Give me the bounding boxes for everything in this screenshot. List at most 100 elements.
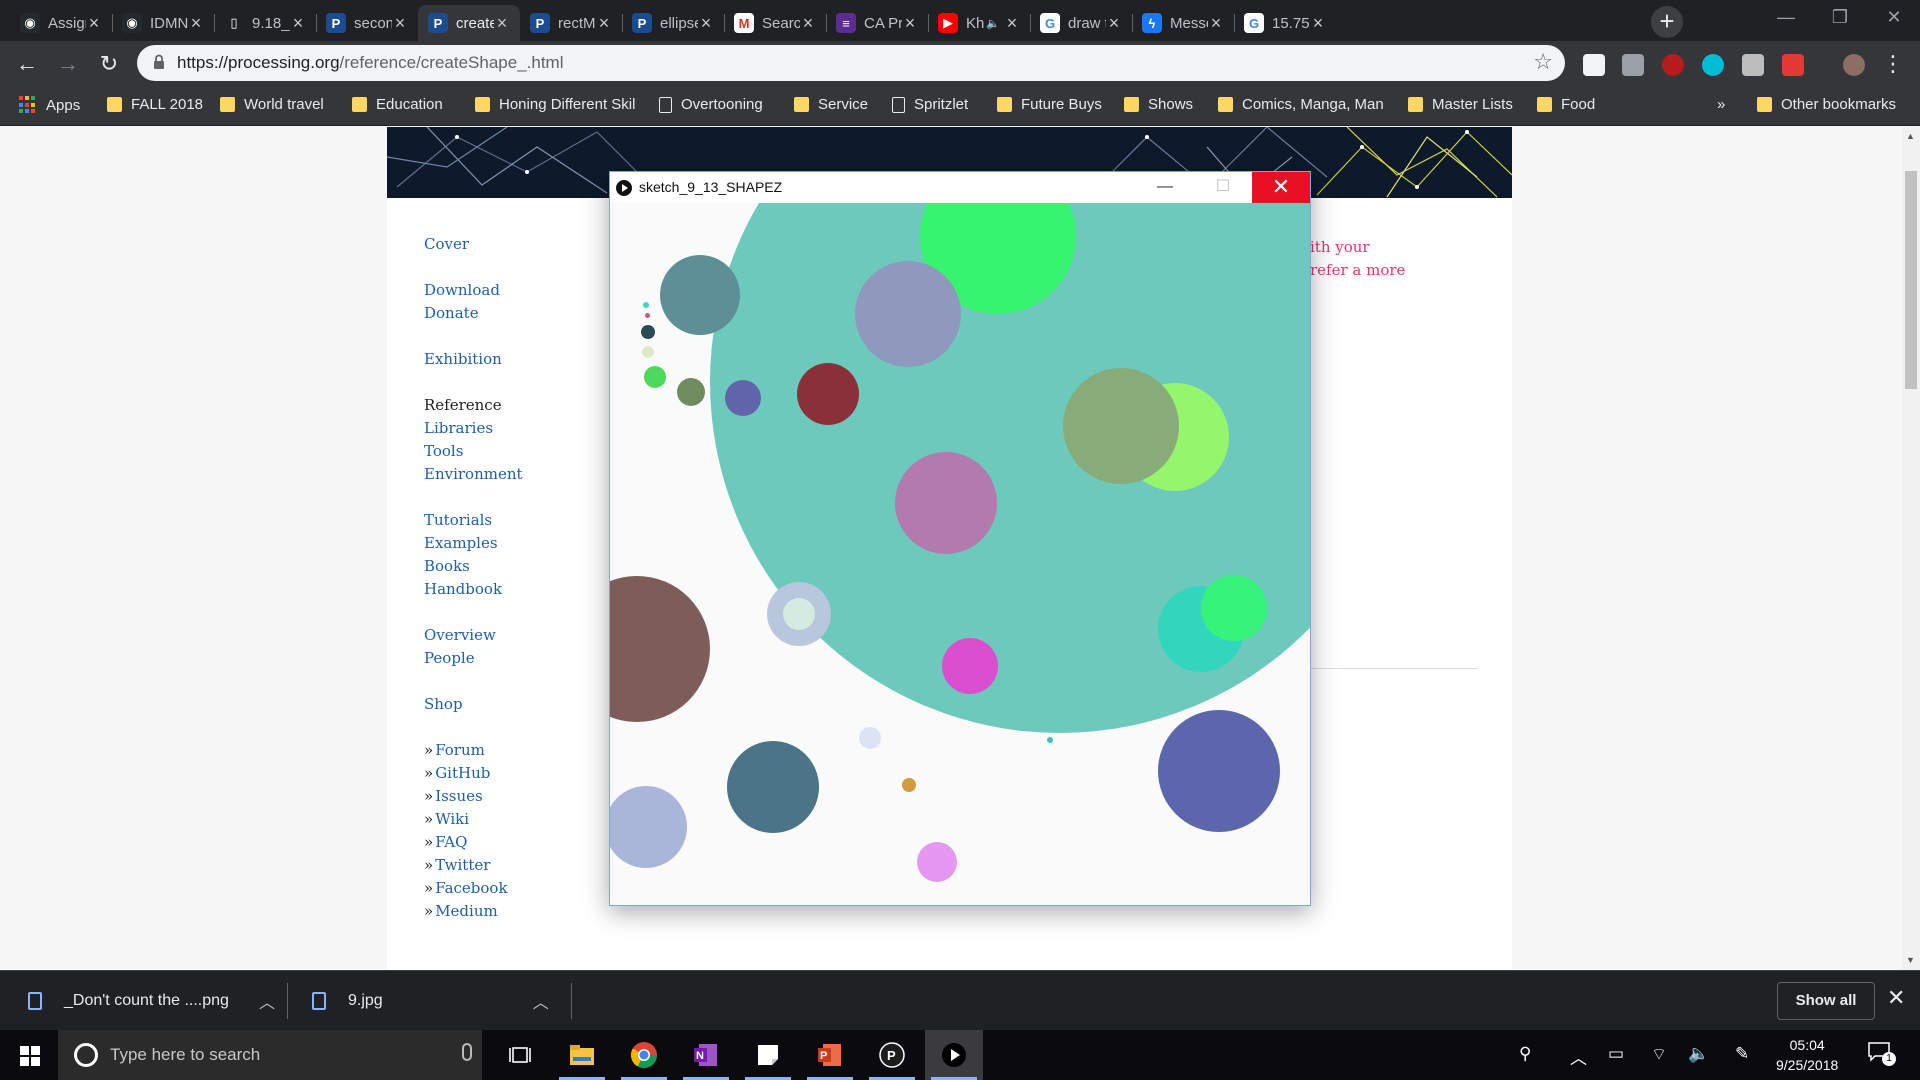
tab-9-18-sl[interactable]: ▯ 9.18_Sl× (214, 5, 316, 41)
bookmark-star-icon[interactable]: ☆ (1533, 49, 1553, 75)
tab-second[interactable]: Psecond× (316, 5, 418, 41)
nav-link-exhibition[interactable]: Exhibition (424, 350, 502, 368)
tab-messe[interactable]: ϟ Messe× (1132, 5, 1234, 41)
tab-close-icon[interactable]: × (1208, 13, 1224, 34)
file-explorer-icon[interactable] (553, 1030, 611, 1080)
tab-close-icon[interactable]: × (392, 13, 408, 34)
processing-sketch-window[interactable]: sketch_9_13_SHAPEZ — ☐ ✕ (609, 171, 1311, 906)
new-tab-button[interactable]: + (1651, 6, 1683, 38)
onenote-icon[interactable]: N (677, 1030, 735, 1080)
bookmark-fall-2018[interactable]: FALL 2018 (107, 96, 203, 113)
tab-close-icon[interactable]: × (698, 13, 714, 34)
extension-icon[interactable] (1782, 54, 1804, 76)
bookmark-overtooning[interactable]: Overtooning (659, 96, 763, 113)
download-item[interactable]: _Don't count the ....png ︿ (28, 971, 275, 1031)
tab-close-icon[interactable]: × (188, 13, 204, 34)
nav-link-issues[interactable]: » Issues (424, 787, 483, 805)
scrollbar-thumb[interactable] (1905, 171, 1917, 389)
volume-icon[interactable]: 🔈 (1688, 1044, 1709, 1064)
start-button[interactable] (0, 1030, 58, 1080)
bookmark-world-travel[interactable]: World travel (220, 96, 324, 113)
window-restore-button[interactable]: ❐ (1813, 0, 1867, 34)
nav-link-shop[interactable]: Shop (424, 695, 463, 713)
tab-close-icon[interactable]: × (290, 13, 306, 34)
tab-close-icon[interactable]: × (1310, 13, 1326, 34)
nav-link-handbook[interactable]: Handbook (424, 580, 502, 598)
pen-icon[interactable]: ✎ (1735, 1044, 1749, 1064)
tab-close-icon[interactable]: × (596, 13, 612, 34)
close-download-shelf-icon[interactable]: ✕ (1887, 985, 1905, 1011)
chevron-up-icon[interactable]: ︿ (1570, 1044, 1587, 1069)
menu-icon[interactable]: ⋮ (1876, 47, 1910, 81)
bookmark-apps[interactable]: Apps (19, 96, 80, 114)
bookmark-other[interactable]: Other bookmarks (1757, 96, 1896, 113)
tab-close-icon[interactable]: × (902, 13, 918, 34)
window-close-button[interactable]: ✕ (1867, 0, 1920, 34)
tab-close-icon[interactable]: × (1106, 13, 1122, 34)
bookmark-shows[interactable]: Shows (1124, 96, 1193, 113)
tab-ca-pro[interactable]: ≡ CA Pro× (826, 5, 928, 41)
nav-link-reference[interactable]: Reference (424, 396, 502, 414)
tab-close-icon[interactable]: × (86, 13, 102, 34)
nav-link-medium[interactable]: » Medium (424, 902, 498, 920)
chevron-up-icon[interactable]: ︿ (533, 989, 549, 1013)
scroll-down-arrow-icon[interactable]: ▼ (1906, 955, 1915, 965)
tab-close-icon[interactable]: × (1004, 13, 1020, 34)
show-all-button[interactable]: Show all (1777, 982, 1875, 1020)
nav-link-books[interactable]: Books (424, 557, 470, 575)
page-scrollbar[interactable]: ▲ ▼ (1902, 127, 1920, 970)
nav-link-faq[interactable]: » FAQ (424, 833, 467, 851)
download-item[interactable]: 9.jpg ︿ (312, 971, 549, 1031)
nav-link-tutorials[interactable]: Tutorials (424, 511, 492, 529)
chevron-up-icon[interactable]: ︿ (259, 989, 275, 1013)
nav-link-tools[interactable]: Tools (424, 442, 463, 460)
profile-avatar[interactable] (1843, 54, 1865, 76)
extension-icon[interactable] (1622, 54, 1644, 76)
powerpoint-icon[interactable]: P (801, 1030, 859, 1080)
ublock-icon[interactable] (1662, 54, 1684, 76)
clock[interactable]: 05:04 9/25/2018 (1776, 1035, 1838, 1075)
nav-link-download[interactable]: Download (424, 281, 500, 299)
sticky-notes-icon[interactable] (739, 1030, 797, 1080)
task-view-icon[interactable] (491, 1030, 549, 1080)
audio-playing-icon[interactable]: 🔈 (986, 17, 1000, 30)
sketch-titlebar[interactable]: sketch_9_13_SHAPEZ — ☐ ✕ (610, 172, 1310, 203)
battery-icon[interactable]: ▭ (1608, 1044, 1624, 1064)
tab-assign[interactable]: ◉ Assign× (10, 5, 112, 41)
nav-link-examples[interactable]: Examples (424, 534, 498, 552)
scroll-up-arrow-icon[interactable]: ▲ (1906, 131, 1915, 141)
sketch-canvas[interactable] (610, 203, 1310, 905)
tab-draw-t[interactable]: Gdraw t × (1030, 5, 1132, 41)
processing-ide-icon[interactable]: P (863, 1030, 921, 1080)
tab-idmny[interactable]: ◉ IDMNY× (112, 5, 214, 41)
nav-link-facebook[interactable]: » Facebook (424, 879, 508, 897)
nav-link-donate[interactable]: Donate (424, 304, 479, 322)
processing-sketch-icon[interactable] (925, 1030, 983, 1080)
tab-creates[interactable]: PcreateS× (418, 5, 520, 41)
bookmark-service[interactable]: Service (794, 96, 868, 113)
bookmarks-overflow[interactable]: » (1717, 96, 1725, 113)
bookmark-comics-manga-man[interactable]: Comics, Manga, Man (1218, 96, 1384, 113)
extension-icon[interactable] (1583, 54, 1605, 76)
nav-link-people[interactable]: People (424, 649, 475, 667)
tab-close-icon[interactable]: × (494, 13, 510, 34)
notifications-icon[interactable]: 1 (1868, 1042, 1896, 1067)
nav-link-forum[interactable]: » Forum (424, 741, 485, 759)
tab-ellipse[interactable]: Pellipse× (622, 5, 724, 41)
tab-rectmo[interactable]: PrectMo× (520, 5, 622, 41)
window-minimize-button[interactable]: — (1759, 0, 1813, 34)
bookmark-honing-different-skil[interactable]: Honing Different Skil (475, 96, 641, 113)
people-icon[interactable]: ⚲ (1519, 1044, 1531, 1064)
chrome-icon[interactable] (615, 1030, 673, 1080)
extension-icon[interactable] (1742, 54, 1764, 76)
nav-link-environment[interactable]: Environment (424, 465, 523, 483)
back-arrow-icon[interactable]: ← (10, 47, 44, 81)
nav-link-libraries[interactable]: Libraries (424, 419, 493, 437)
bookmark-spritzlet[interactable]: Spritzlet (892, 96, 968, 113)
sketch-minimize-button[interactable]: — (1136, 172, 1194, 203)
extension-icon[interactable] (1702, 54, 1724, 76)
nav-link-github[interactable]: » GitHub (424, 764, 490, 782)
bookmark-master-lists[interactable]: Master Lists (1408, 96, 1513, 113)
taskbar-search[interactable]: Type here to search (58, 1030, 482, 1080)
address-bar[interactable]: https://processing.org/reference/createS… (137, 45, 1565, 81)
